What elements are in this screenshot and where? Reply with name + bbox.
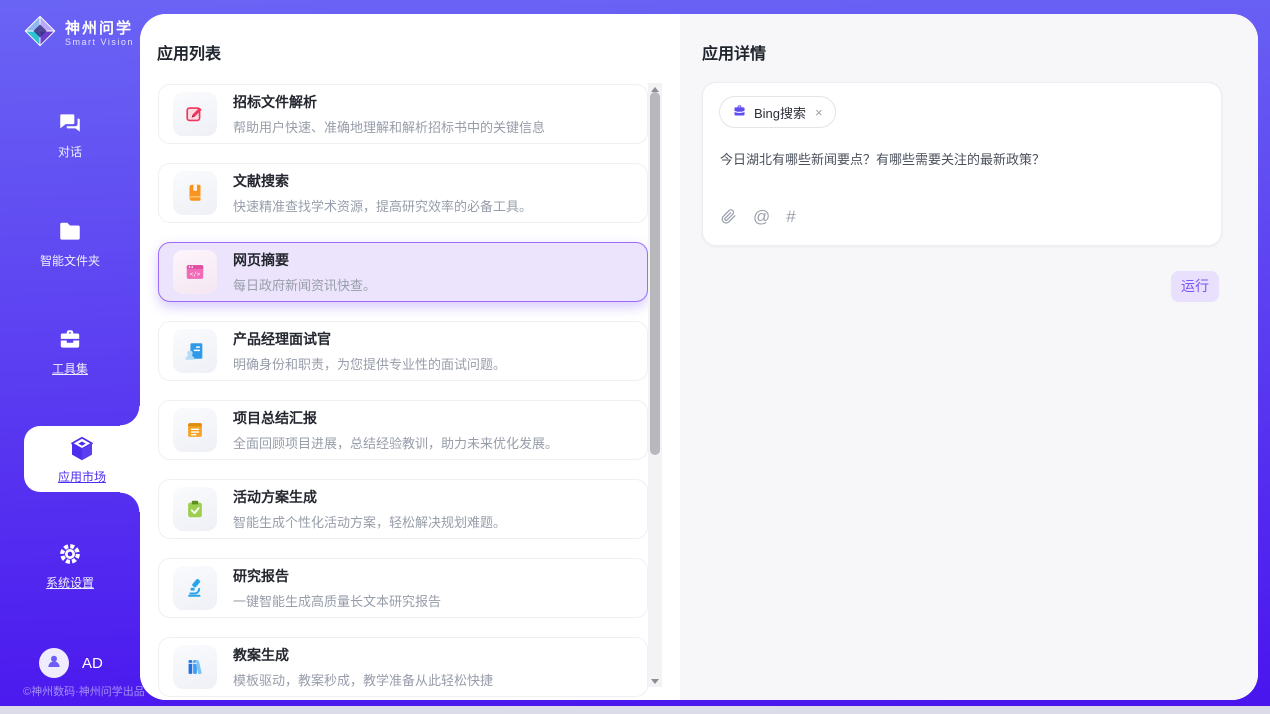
app-card-5[interactable]: 活动方案生成智能生成个性化活动方案，轻松解决规划难题。 [158, 479, 648, 539]
app-icon-tile [173, 171, 217, 215]
paperclip-icon[interactable] [720, 208, 737, 225]
scrollbar-down-arrow-icon[interactable] [648, 675, 662, 687]
sidebar: 神州问学 Smart Vision 对话智能文件夹工具集应用市场系统设置 AD … [0, 0, 140, 706]
app-card-description: 智能生成个性化活动方案，轻松解决规划难题。 [233, 512, 506, 531]
query-text[interactable]: 今日湖北有哪些新闻要点？有哪些需要关注的最新政策？ [720, 150, 1205, 170]
app-icon-tile: </> [173, 250, 217, 294]
toolbox-icon [57, 327, 83, 353]
sidebar-item-1[interactable]: 智能文件夹 [0, 219, 140, 269]
app-card-description: 帮助用户快速、准确地理解和解析招标书中的关键信息 [233, 117, 545, 136]
app-card-name: 网页摘要 [233, 250, 376, 270]
app-detail-pane: 应用详情 Bing搜索 × 今日湖北有哪些新闻要点？有哪些需要关注的最新政策？ … [680, 14, 1258, 700]
clipboard-check-icon [184, 498, 206, 520]
at-icon[interactable]: @ [753, 208, 770, 225]
app-detail-title: 应用详情 [702, 40, 766, 64]
sidebar-item-label: 应用市场 [58, 468, 106, 485]
app-card-description: 快速精准查找学术资源，提高研究效率的必备工具。 [233, 196, 532, 215]
app-card-1[interactable]: 文献搜索快速精准查找学术资源，提高研究效率的必备工具。 [158, 163, 648, 223]
app-card-description: 一键智能生成高质量长文本研究报告 [233, 591, 441, 610]
app-icon-tile [173, 408, 217, 452]
sidebar-item-label: 工具集 [52, 360, 88, 377]
interviewer-icon [184, 340, 206, 362]
app-card-description: 全面回顾项目进展，总结经验教训，助力未来优化发展。 [233, 433, 558, 452]
user-label: AD [82, 655, 103, 672]
app-list-title: 应用列表 [157, 40, 221, 64]
sidebar-item-2[interactable]: 工具集 [0, 327, 140, 377]
app-card-3[interactable]: 产品经理面试官明确身份和职责，为您提供专业性的面试问题。 [158, 321, 648, 381]
chat-icon [57, 110, 83, 136]
app-card-name: 项目总结汇报 [233, 408, 558, 428]
run-button[interactable]: 运行 [1171, 271, 1219, 302]
app-card-description: 模板驱动，教案秒成，教学准备从此轻松快捷 [233, 670, 493, 689]
hash-icon[interactable]: # [786, 208, 795, 225]
tool-tag-label: Bing搜索 [754, 103, 806, 122]
app-icon-tile [173, 645, 217, 689]
app-card-2[interactable]: </> 网页摘要每日政府新闻资讯快查。 [158, 242, 648, 302]
input-toolbar: @# [720, 208, 796, 225]
app-icon-tile [173, 487, 217, 531]
app-card-list: 招标文件解析帮助用户快速、准确地理解和解析招标书中的关键信息文献搜索快速精准查找… [158, 84, 648, 700]
books-icon [184, 656, 206, 678]
book-icon [184, 182, 206, 204]
microscope-icon [184, 577, 206, 599]
app-card-0[interactable]: 招标文件解析帮助用户快速、准确地理解和解析招标书中的关键信息 [158, 84, 648, 144]
app-window: 神州问学 Smart Vision 对话智能文件夹工具集应用市场系统设置 AD … [0, 0, 1270, 714]
brand-logo: 神州问学 Smart Vision [22, 13, 134, 54]
sidebar-item-0[interactable]: 对话 [0, 110, 140, 160]
notepad-icon [184, 419, 206, 441]
app-card-name: 招标文件解析 [233, 92, 545, 112]
brand-name: 神州问学 [65, 20, 134, 37]
app-list-pane: 应用列表 招标文件解析帮助用户快速、准确地理解和解析招标书中的关键信息文献搜索快… [140, 14, 680, 700]
app-card-name: 文献搜索 [233, 171, 532, 191]
avatar[interactable] [39, 648, 69, 678]
gear-icon [57, 541, 83, 567]
bottom-edge-strip [0, 706, 1270, 714]
sidebar-item-label: 对话 [58, 143, 82, 160]
user-avatar-icon [45, 652, 63, 674]
brand-tagline: Smart Vision [65, 37, 134, 47]
app-icon-tile [173, 329, 217, 373]
briefcase-icon [732, 103, 747, 121]
folder-icon [57, 219, 83, 245]
copyright-footer: ©神州数码·神州问学出品 [23, 683, 145, 699]
svg-text:</>: </> [190, 271, 201, 278]
app-card-name: 活动方案生成 [233, 487, 506, 507]
app-card-name: 产品经理面试官 [233, 329, 506, 349]
diamond-logo-icon [22, 13, 58, 54]
app-card-name: 研究报告 [233, 566, 441, 586]
scrollbar[interactable] [648, 83, 662, 687]
query-input-card[interactable]: Bing搜索 × 今日湖北有哪些新闻要点？有哪些需要关注的最新政策？ @# [702, 82, 1222, 246]
selected-nav-notch-top [120, 406, 140, 426]
tool-tag-bing-search[interactable]: Bing搜索 × [719, 96, 836, 128]
app-card-6[interactable]: 研究报告一键智能生成高质量长文本研究报告 [158, 558, 648, 618]
app-icon-tile [173, 566, 217, 610]
sidebar-item-3[interactable]: 应用市场 [24, 426, 140, 492]
selected-nav-notch-bottom [120, 492, 140, 512]
content-panel: 应用列表 招标文件解析帮助用户快速、准确地理解和解析招标书中的关键信息文献搜索快… [140, 14, 1258, 700]
sidebar-item-label: 智能文件夹 [40, 252, 100, 269]
sidebar-item-4[interactable]: 系统设置 [0, 541, 140, 591]
webpage-icon: </> [184, 261, 206, 283]
app-card-description: 明确身份和职责，为您提供专业性的面试问题。 [233, 354, 506, 373]
cube-icon [67, 434, 97, 464]
app-card-name: 教案生成 [233, 645, 493, 665]
app-card-7[interactable]: 教案生成模板驱动，教案秒成，教学准备从此轻松快捷 [158, 637, 648, 697]
app-card-4[interactable]: 项目总结汇报全面回顾项目进展，总结经验教训，助力未来优化发展。 [158, 400, 648, 460]
sidebar-item-label: 系统设置 [46, 574, 94, 591]
tag-close-icon[interactable]: × [815, 105, 823, 120]
app-card-description: 每日政府新闻资讯快查。 [233, 275, 376, 294]
bid-document-icon [184, 103, 206, 125]
user-row[interactable]: AD [39, 648, 103, 678]
app-icon-tile [173, 92, 217, 136]
scrollbar-thumb[interactable] [650, 92, 660, 455]
